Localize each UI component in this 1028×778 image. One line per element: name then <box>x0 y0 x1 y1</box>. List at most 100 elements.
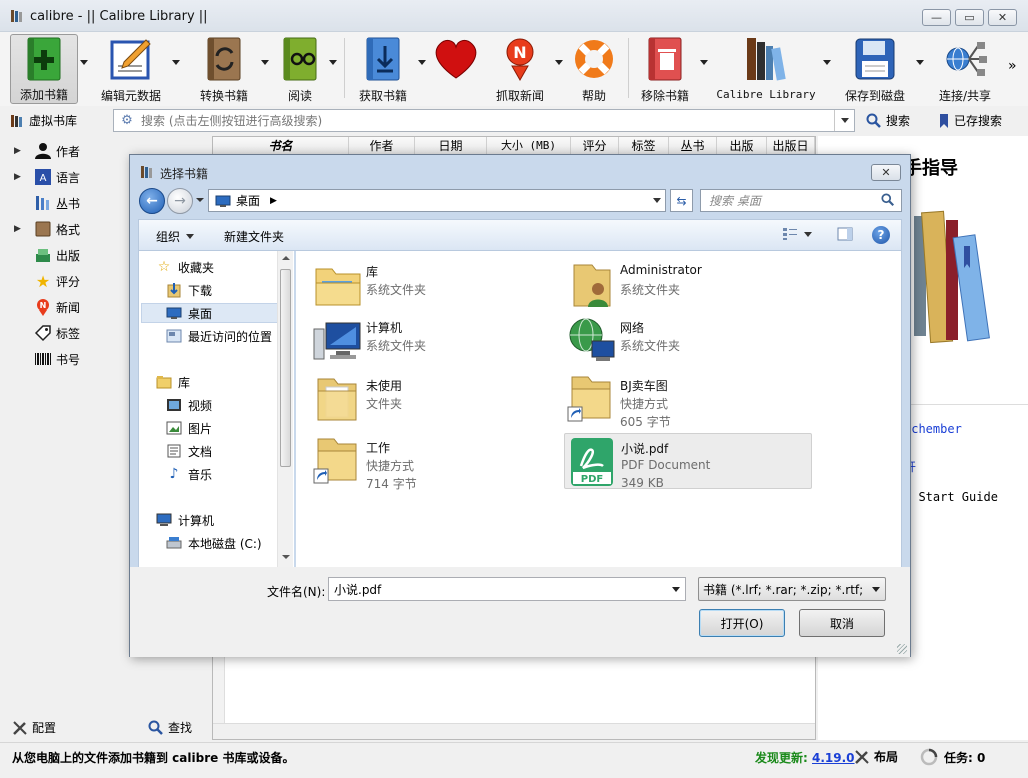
save-to-disk-button[interactable]: 保存到磁盘 <box>840 34 910 104</box>
remove-books-dropdown[interactable] <box>700 60 708 65</box>
scroll-down-icon[interactable] <box>282 555 290 559</box>
expand-arrow-icon[interactable]: ▶ <box>14 224 32 234</box>
library-button[interactable]: Calibre Library <box>716 34 816 104</box>
nav-pictures[interactable]: 图片 <box>165 418 212 438</box>
configure-tag-browser-button[interactable]: 配置 <box>12 719 56 736</box>
tag-category-news[interactable]: N 新闻 <box>14 296 80 318</box>
breadcrumb-arrow-icon[interactable]: ▶ <box>270 196 277 206</box>
nav-downloads[interactable]: 下载 <box>165 280 212 300</box>
tag-category-tags[interactable]: 标签 <box>14 322 80 344</box>
column-header-title[interactable]: 书名 <box>213 137 349 154</box>
get-books-button[interactable]: 获取书籍 <box>352 34 414 104</box>
chevron-down-icon[interactable] <box>653 198 661 203</box>
dialog-search-input[interactable]: 搜索 桌面 <box>700 189 902 212</box>
maximize-button[interactable]: ▭ <box>955 9 984 26</box>
save-to-disk-dropdown[interactable] <box>916 60 924 65</box>
nav-computer[interactable]: 计算机 <box>155 510 214 530</box>
open-button[interactable]: 打开(O) <box>699 609 785 637</box>
search-button[interactable]: 搜索 <box>866 112 910 129</box>
file-item[interactable]: 计算机 系统文件夹 <box>310 313 558 369</box>
connect-share-button[interactable]: 连接/共享 <box>932 34 998 104</box>
recent-locations-dropdown[interactable] <box>196 198 204 202</box>
convert-books-dropdown[interactable] <box>261 60 269 65</box>
get-books-dropdown[interactable] <box>418 60 426 65</box>
chevron-down-icon[interactable] <box>672 587 680 592</box>
virtual-library-button[interactable]: 虚拟书库 <box>10 112 77 129</box>
nav-local-disk[interactable]: 本地磁盘 (C:) <box>165 533 262 553</box>
saved-searches-button[interactable]: 已存搜索 <box>938 112 1002 129</box>
column-header-tags[interactable]: 标签 <box>619 137 669 154</box>
column-header-publisher[interactable]: 出版 <box>717 137 767 154</box>
nav-videos[interactable]: 视频 <box>165 395 212 415</box>
filename-input[interactable]: 小说.pdf <box>328 577 686 601</box>
dialog-help-button[interactable]: ? <box>872 226 890 244</box>
column-header-series[interactable]: 丛书 <box>669 137 717 154</box>
help-button[interactable]: 帮助 <box>568 34 620 104</box>
column-header-pubdate[interactable]: 出版日 <box>767 137 815 154</box>
layout-button[interactable]: 布局 <box>854 748 898 765</box>
minimize-button[interactable]: — <box>922 9 951 26</box>
column-header-date[interactable]: 日期 <box>415 137 487 154</box>
file-item[interactable]: 网络 系统文件夹 <box>564 313 812 369</box>
edit-metadata-button[interactable]: 编辑元数据 <box>98 34 164 104</box>
search-history-dropdown[interactable] <box>834 110 854 131</box>
filetype-select[interactable]: 书籍 (*.lrf; *.rar; *.zip; *.rtf; *.li <box>698 577 886 601</box>
tag-category-rating[interactable]: ★ 评分 <box>14 270 80 292</box>
find-button[interactable]: 查找 <box>148 719 192 736</box>
resize-grip[interactable] <box>897 644 907 654</box>
navigation-scrollbar[interactable] <box>277 251 293 567</box>
scroll-up-icon[interactable] <box>282 256 290 260</box>
tag-category-authors[interactable]: ▶ 作者 <box>14 140 80 162</box>
add-books-button[interactable]: 添加书籍 <box>10 34 78 104</box>
add-books-dropdown[interactable] <box>80 60 88 65</box>
update-version-link[interactable]: 4.19.0 <box>812 751 855 765</box>
file-item[interactable]: 库 系统文件夹 <box>310 257 558 313</box>
horizontal-scrollbar[interactable] <box>213 723 815 739</box>
donate-button[interactable] <box>430 34 482 104</box>
nav-favorites[interactable]: ☆ 收藏夹 <box>155 257 214 277</box>
expand-arrow-icon[interactable]: ▶ <box>14 146 32 156</box>
file-item[interactable]: Administrator 系统文件夹 <box>564 257 812 313</box>
nav-recent-places[interactable]: 最近访问的位置 <box>165 326 272 346</box>
back-button[interactable]: ← <box>139 188 165 214</box>
details-author-link[interactable]: Schember <box>904 422 962 436</box>
gear-icon[interactable]: ⚙ <box>117 113 137 128</box>
column-header-size[interactable]: 大小 (MB) <box>487 137 571 154</box>
file-item-selected[interactable]: PDF 小说.pdf PDF Document 349 KB <box>564 433 812 490</box>
expand-arrow-icon[interactable]: ▶ <box>14 172 32 182</box>
tag-category-publisher[interactable]: 出版 <box>14 244 80 266</box>
nav-music[interactable]: ♪ 音乐 <box>165 464 212 484</box>
cancel-button[interactable]: 取消 <box>799 609 885 637</box>
toolbar-overflow-button[interactable]: » <box>1008 58 1017 74</box>
nav-libraries[interactable]: 库 <box>155 372 190 392</box>
fetch-news-dropdown[interactable] <box>555 60 563 65</box>
column-header-author[interactable]: 作者 <box>349 137 415 154</box>
tag-category-languages[interactable]: ▶ A 语言 <box>14 166 80 188</box>
scroll-thumb[interactable] <box>280 269 291 467</box>
file-item[interactable]: 工作 快捷方式 714 字节 <box>310 433 558 491</box>
change-view-button[interactable] <box>782 227 812 241</box>
read-dropdown[interactable] <box>329 60 337 65</box>
file-item[interactable]: 未使用 文件夹 <box>310 371 558 427</box>
library-dropdown[interactable] <box>823 60 831 65</box>
organize-menu[interactable]: 组织 <box>156 228 195 245</box>
file-item[interactable]: BJ卖车图 快捷方式 605 字节 <box>564 371 812 429</box>
read-button[interactable]: 阅读 <box>274 34 326 104</box>
fetch-news-button[interactable]: N 抓取新闻 <box>490 34 550 104</box>
search-input[interactable]: ⚙ 搜索 (点击左侧按钮进行高级搜索) <box>113 109 855 132</box>
dialog-close-button[interactable]: ✕ <box>871 164 901 181</box>
column-header-rating[interactable]: 评分 <box>571 137 619 154</box>
convert-books-button[interactable]: 转换书籍 <box>194 34 254 104</box>
refresh-button[interactable]: ⇆ <box>670 189 693 212</box>
tag-category-identifiers[interactable]: 书号 <box>14 348 80 370</box>
preview-pane-button[interactable] <box>837 227 853 244</box>
tag-category-series[interactable]: 丛书 <box>14 192 80 214</box>
remove-books-button[interactable]: 移除书籍 <box>634 34 696 104</box>
jobs-indicator[interactable]: 任务: 0 <box>920 748 985 766</box>
nav-desktop[interactable]: 桌面 <box>141 303 278 323</box>
new-folder-button[interactable]: 新建文件夹 <box>224 228 284 245</box>
address-bar[interactable]: 桌面 ▶ <box>208 189 666 212</box>
close-button[interactable]: ✕ <box>988 9 1017 26</box>
edit-metadata-dropdown[interactable] <box>172 60 180 65</box>
tag-category-formats[interactable]: ▶ 格式 <box>14 218 80 240</box>
